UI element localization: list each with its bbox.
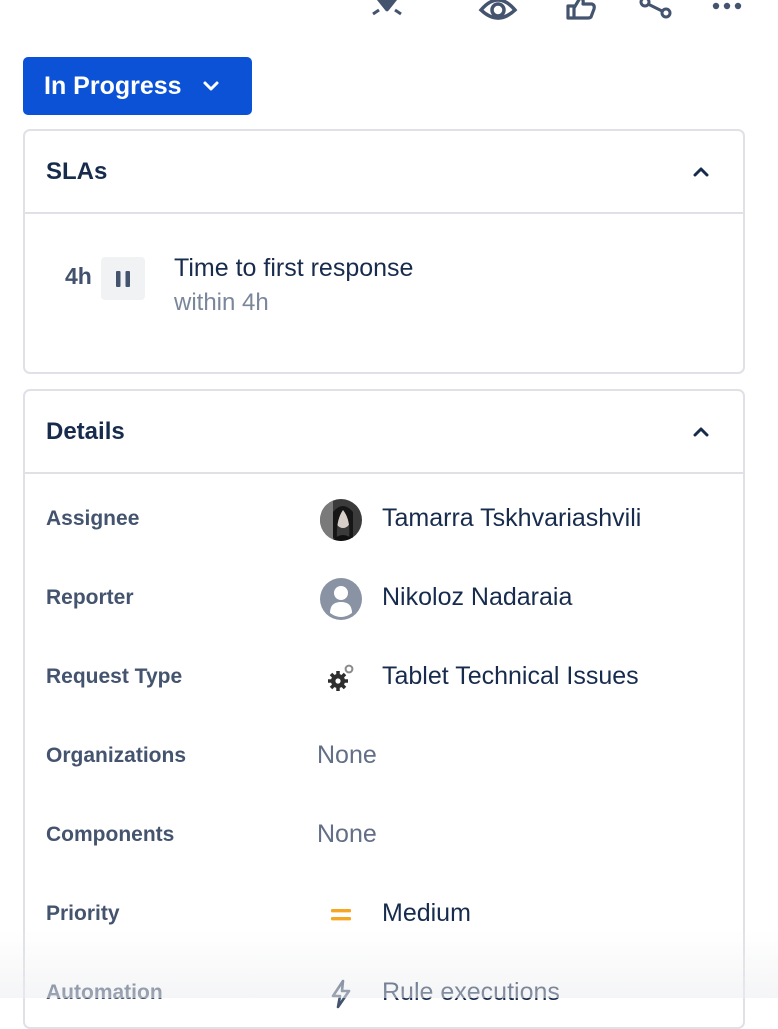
sla-name: Time to first response: [174, 254, 414, 282]
user-photo-avatar[interactable]: [319, 498, 363, 542]
sla-item: 4h Time to first response within 4h: [25, 214, 743, 372]
chevron-up-icon[interactable]: [689, 420, 713, 444]
detail-label-reporter: Reporter: [46, 586, 134, 609]
gears-icon: [319, 656, 363, 700]
more-icon[interactable]: [706, 0, 746, 26]
lightning-icon: [319, 972, 363, 1016]
detail-value-components[interactable]: None: [317, 820, 377, 849]
detail-label-automation: Automation: [46, 981, 163, 1004]
issue-toolbar: [0, 0, 778, 40]
slas-panel-header[interactable]: SLAs: [25, 131, 743, 214]
chevron-up-icon[interactable]: [689, 160, 713, 184]
detail-row-assignee: Assignee Tamarra Tskhvariashvili: [25, 498, 743, 542]
watch-icon[interactable]: [478, 0, 518, 26]
detail-value-assignee[interactable]: Tamarra Tskhvariashvili: [382, 504, 641, 533]
detail-row-organizations: Organizations None: [25, 736, 743, 776]
like-icon[interactable]: [560, 0, 600, 26]
detail-row-request-type: Request Type Tablet Technical Issues: [25, 656, 743, 700]
detail-row-reporter: Reporter Nikoloz Nadaraia: [25, 577, 743, 621]
slas-title: SLAs: [46, 157, 108, 185]
detail-label-components: Components: [46, 823, 175, 846]
details-title: Details: [46, 417, 125, 445]
sla-goal: within 4h: [174, 289, 269, 316]
detail-value-priority[interactable]: Medium: [382, 899, 471, 928]
notification-icon[interactable]: [367, 0, 407, 26]
priority-medium-icon: [319, 893, 363, 937]
detail-label-priority: Priority: [46, 902, 120, 925]
status-dropdown-button[interactable]: In Progress: [23, 57, 252, 115]
sla-remaining-time: 4h: [65, 263, 92, 289]
details-panel: Details Assignee Tamarra Tskhvariashvili…: [23, 389, 745, 1029]
chevron-down-icon: [202, 80, 220, 92]
detail-label-organizations: Organizations: [46, 744, 187, 767]
detail-value-reporter[interactable]: Nikoloz Nadaraia: [382, 583, 572, 612]
status-label: In Progress: [44, 71, 182, 100]
details-panel-header[interactable]: Details: [25, 391, 743, 474]
default-user-avatar[interactable]: [319, 577, 363, 621]
detail-value-organizations[interactable]: None: [317, 741, 377, 770]
detail-row-components: Components None: [25, 815, 743, 855]
detail-row-automation: Automation Rule executions: [25, 972, 743, 1016]
detail-label-request-type: Request Type: [46, 665, 183, 688]
share-icon[interactable]: [636, 0, 676, 26]
detail-label-assignee: Assignee: [46, 507, 140, 530]
detail-row-priority: Priority Medium: [25, 893, 743, 937]
detail-value-request-type[interactable]: Tablet Technical Issues: [382, 662, 639, 691]
detail-value-automation[interactable]: Rule executions: [382, 978, 560, 1007]
slas-panel: SLAs 4h Time to first response within 4h: [23, 129, 745, 374]
pause-icon: [101, 257, 145, 300]
